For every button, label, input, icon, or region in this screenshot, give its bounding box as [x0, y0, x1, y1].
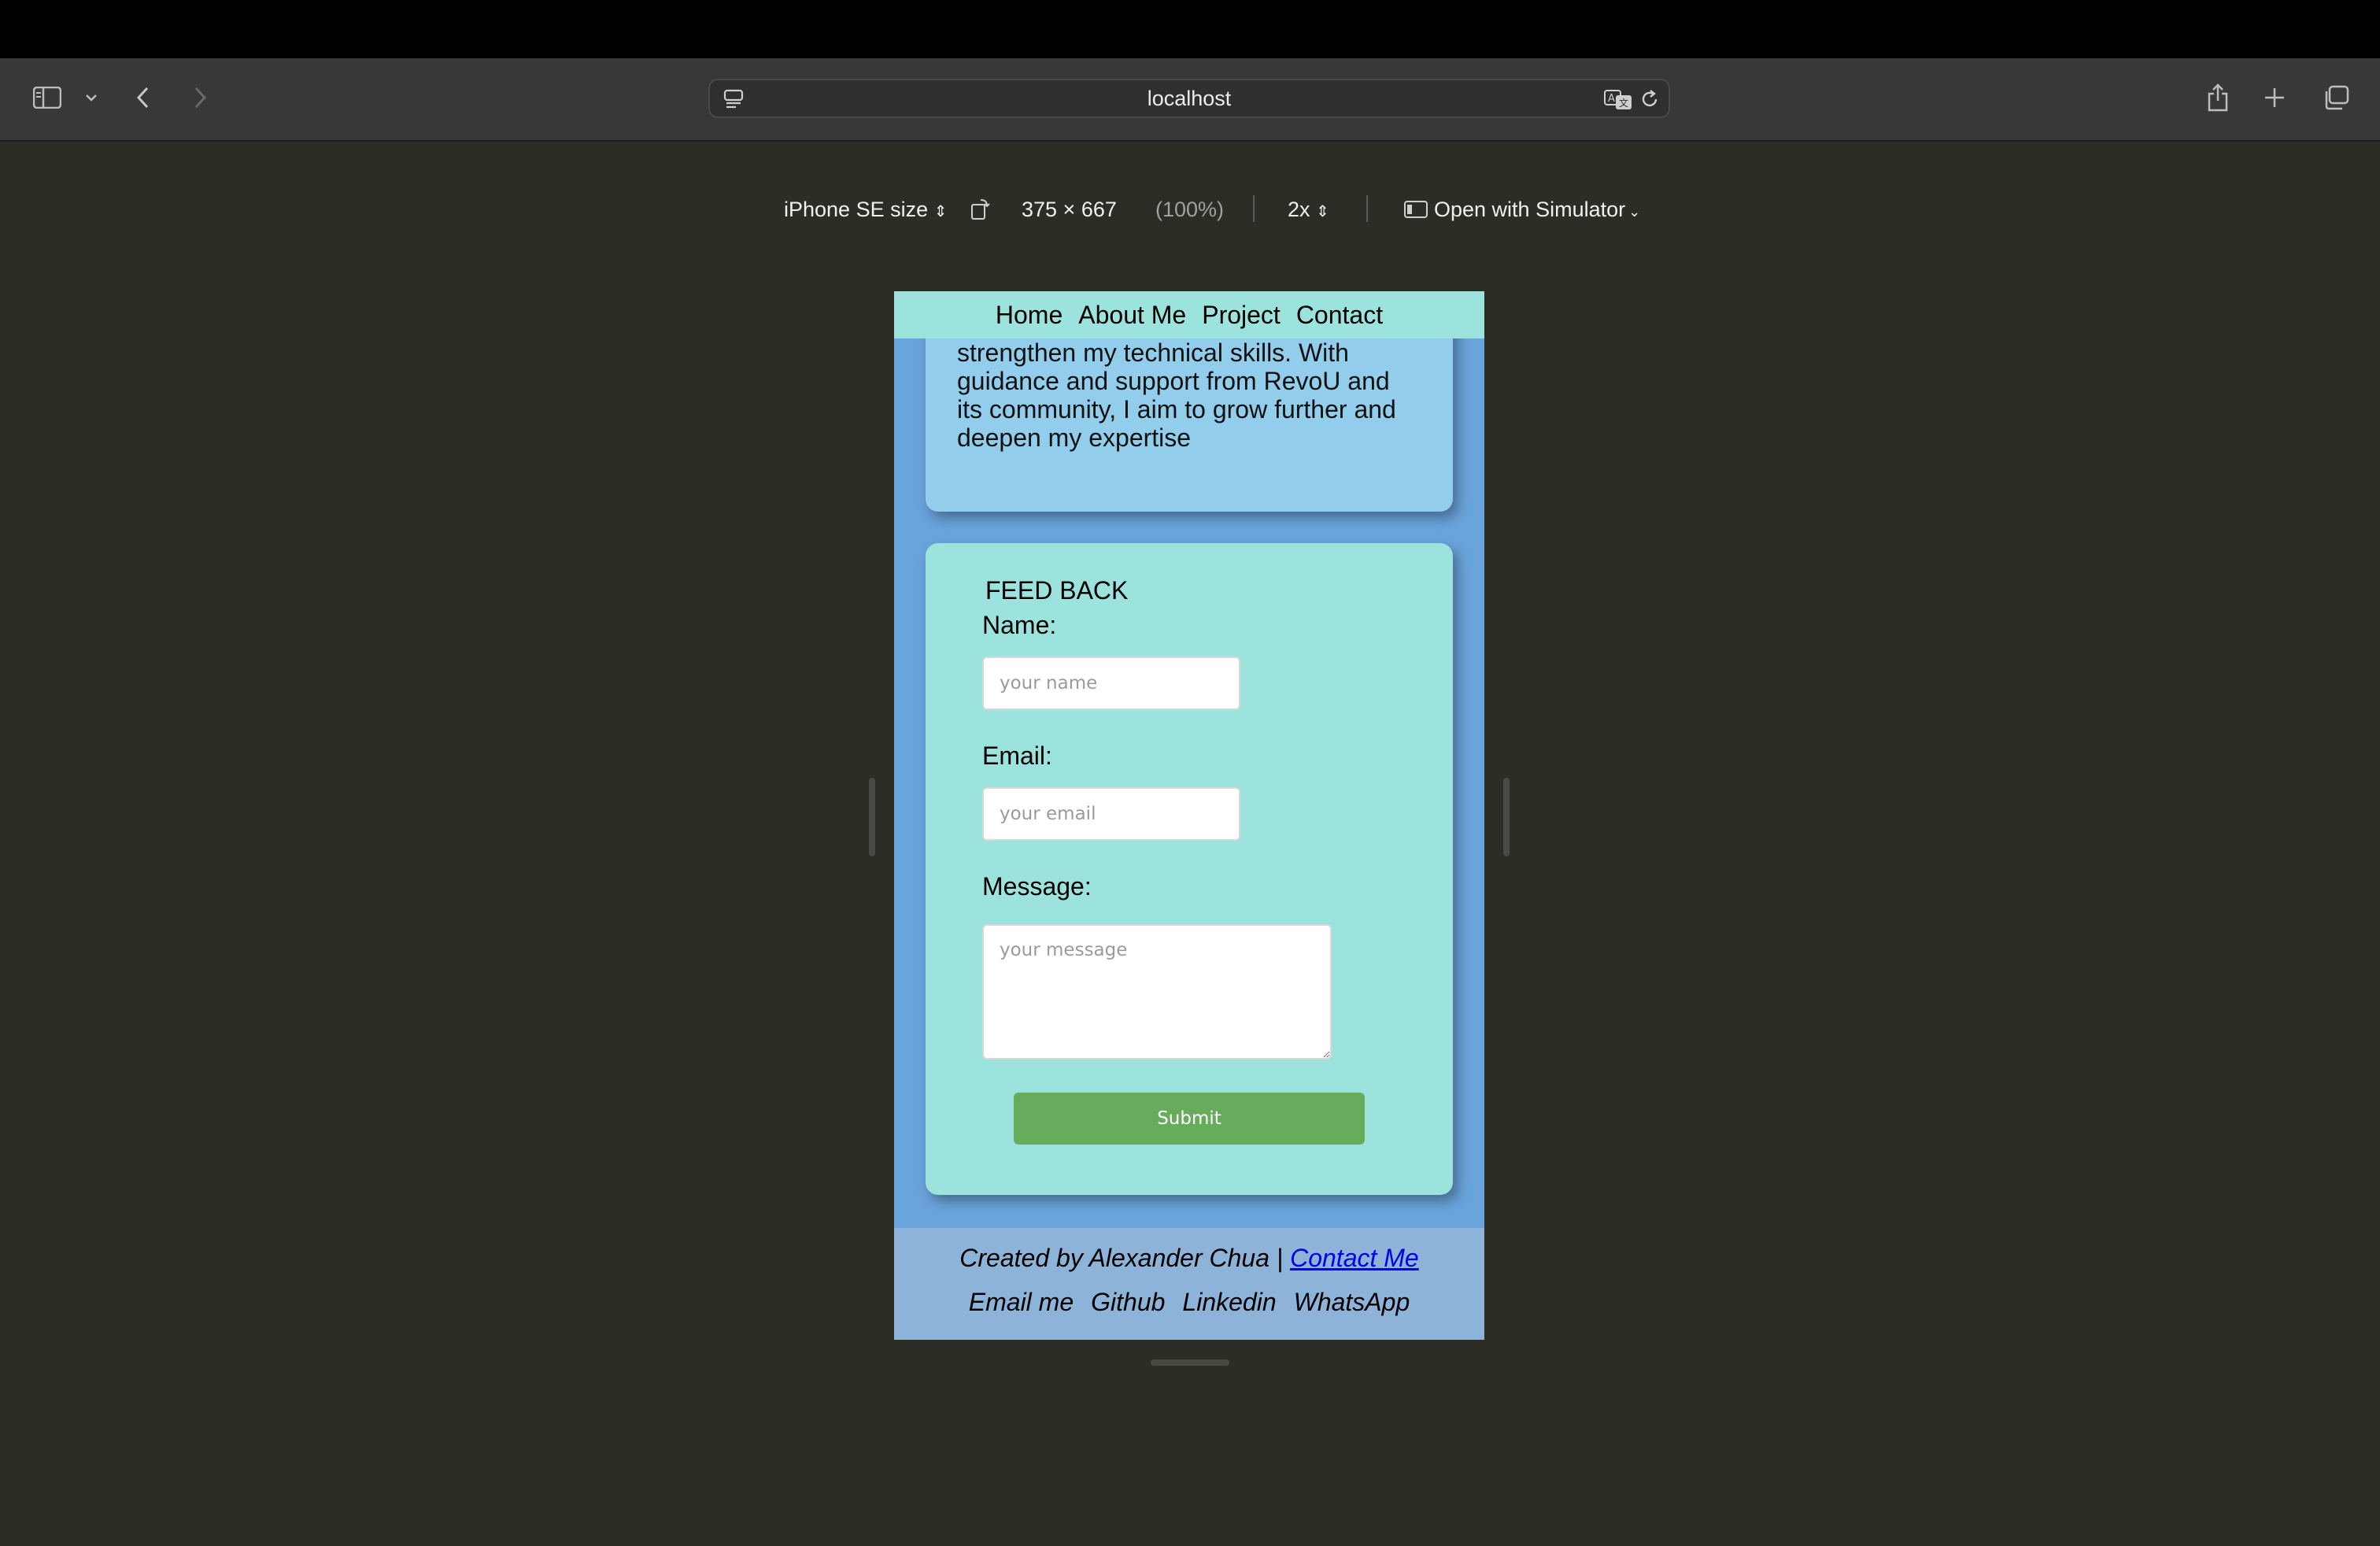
about-text: strengthen my technical skills. With gui… [957, 338, 1396, 452]
created-by-text: Created by Alexander Chua | [959, 1244, 1291, 1272]
simulator-icon [1404, 195, 1428, 227]
forward-icon[interactable] [189, 82, 211, 113]
chevron-down-icon[interactable] [82, 87, 101, 109]
linkedin-link[interactable]: Linkedin [1182, 1288, 1276, 1317]
message-textarea[interactable] [982, 924, 1332, 1060]
email-input[interactable] [982, 787, 1240, 841]
sidebar-toggle-icon[interactable] [31, 82, 63, 113]
open-with-simulator[interactable]: Open with Simulator ⌄ [1404, 194, 1640, 225]
zoom-level: (100%) [1155, 198, 1225, 221]
email-label: Email: [982, 742, 1052, 770]
browser-toolbar: localhost A文 [0, 58, 2380, 142]
scale-label: 2x [1288, 198, 1310, 221]
updown-chevron-icon: ⇕ [933, 203, 948, 220]
translate-icon[interactable]: A文 [1602, 87, 1634, 112]
footer-links: Email me Github Linkedin WhatsApp [894, 1288, 1484, 1317]
feedback-title: FEED BACK [985, 576, 1129, 605]
reload-icon[interactable] [1637, 87, 1662, 112]
rotate-icon[interactable] [966, 195, 993, 224]
footer-credit: Created by Alexander Chua | Contact Me [894, 1244, 1484, 1273]
share-icon[interactable] [2204, 80, 2232, 115]
github-link[interactable]: Github [1091, 1288, 1165, 1317]
svg-text:A: A [1608, 93, 1615, 105]
feedback-form: FEED BACK Name: Email: Message: Submit [926, 543, 1453, 1195]
nav-contact[interactable]: Contact [1296, 301, 1383, 330]
viewport-dimensions: 375 × 667 [1022, 198, 1117, 221]
resize-handle-right[interactable] [1503, 778, 1510, 856]
address-bar[interactable]: localhost A文 [708, 79, 1670, 118]
nav-home[interactable]: Home [996, 301, 1062, 330]
device-select[interactable]: iPhone SE size ⇕ [784, 194, 947, 225]
nav-about-me[interactable]: About Me [1078, 301, 1186, 330]
email-me-link[interactable]: Email me [969, 1288, 1074, 1317]
submit-button[interactable]: Submit [1014, 1093, 1365, 1145]
scale-select[interactable]: 2x ⇕ [1288, 194, 1329, 225]
whatsapp-link[interactable]: WhatsApp [1294, 1288, 1410, 1317]
tab-overview-icon[interactable] [2320, 83, 2352, 112]
device-label: iPhone SE size [784, 198, 929, 221]
chevron-down-icon: ⌄ [1628, 204, 1641, 220]
svg-text:文: 文 [1619, 97, 1628, 109]
new-tab-icon[interactable] [2260, 83, 2289, 112]
contact-me-link[interactable]: Contact Me [1290, 1244, 1419, 1272]
top-black-bar [0, 0, 2380, 58]
name-label: Name: [982, 611, 1057, 639]
name-input[interactable] [982, 656, 1240, 710]
divider [1253, 195, 1255, 222]
device-viewport: Home About Me Project Contact strengthen… [894, 291, 1484, 1340]
site-footer: Created by Alexander Chua | Contact Me E… [894, 1228, 1484, 1340]
open-with-label: Open with Simulator [1434, 198, 1626, 221]
updown-chevron-icon: ⇕ [1316, 203, 1329, 220]
url-text: localhost [1147, 87, 1232, 110]
back-icon[interactable] [132, 82, 154, 113]
nav-project[interactable]: Project [1202, 301, 1281, 330]
message-label: Message: [982, 872, 1092, 901]
resize-handle-bottom[interactable] [1151, 1359, 1229, 1366]
divider [1366, 195, 1368, 222]
resize-handle-left[interactable] [869, 778, 875, 856]
site-nav: Home About Me Project Contact [894, 291, 1484, 338]
